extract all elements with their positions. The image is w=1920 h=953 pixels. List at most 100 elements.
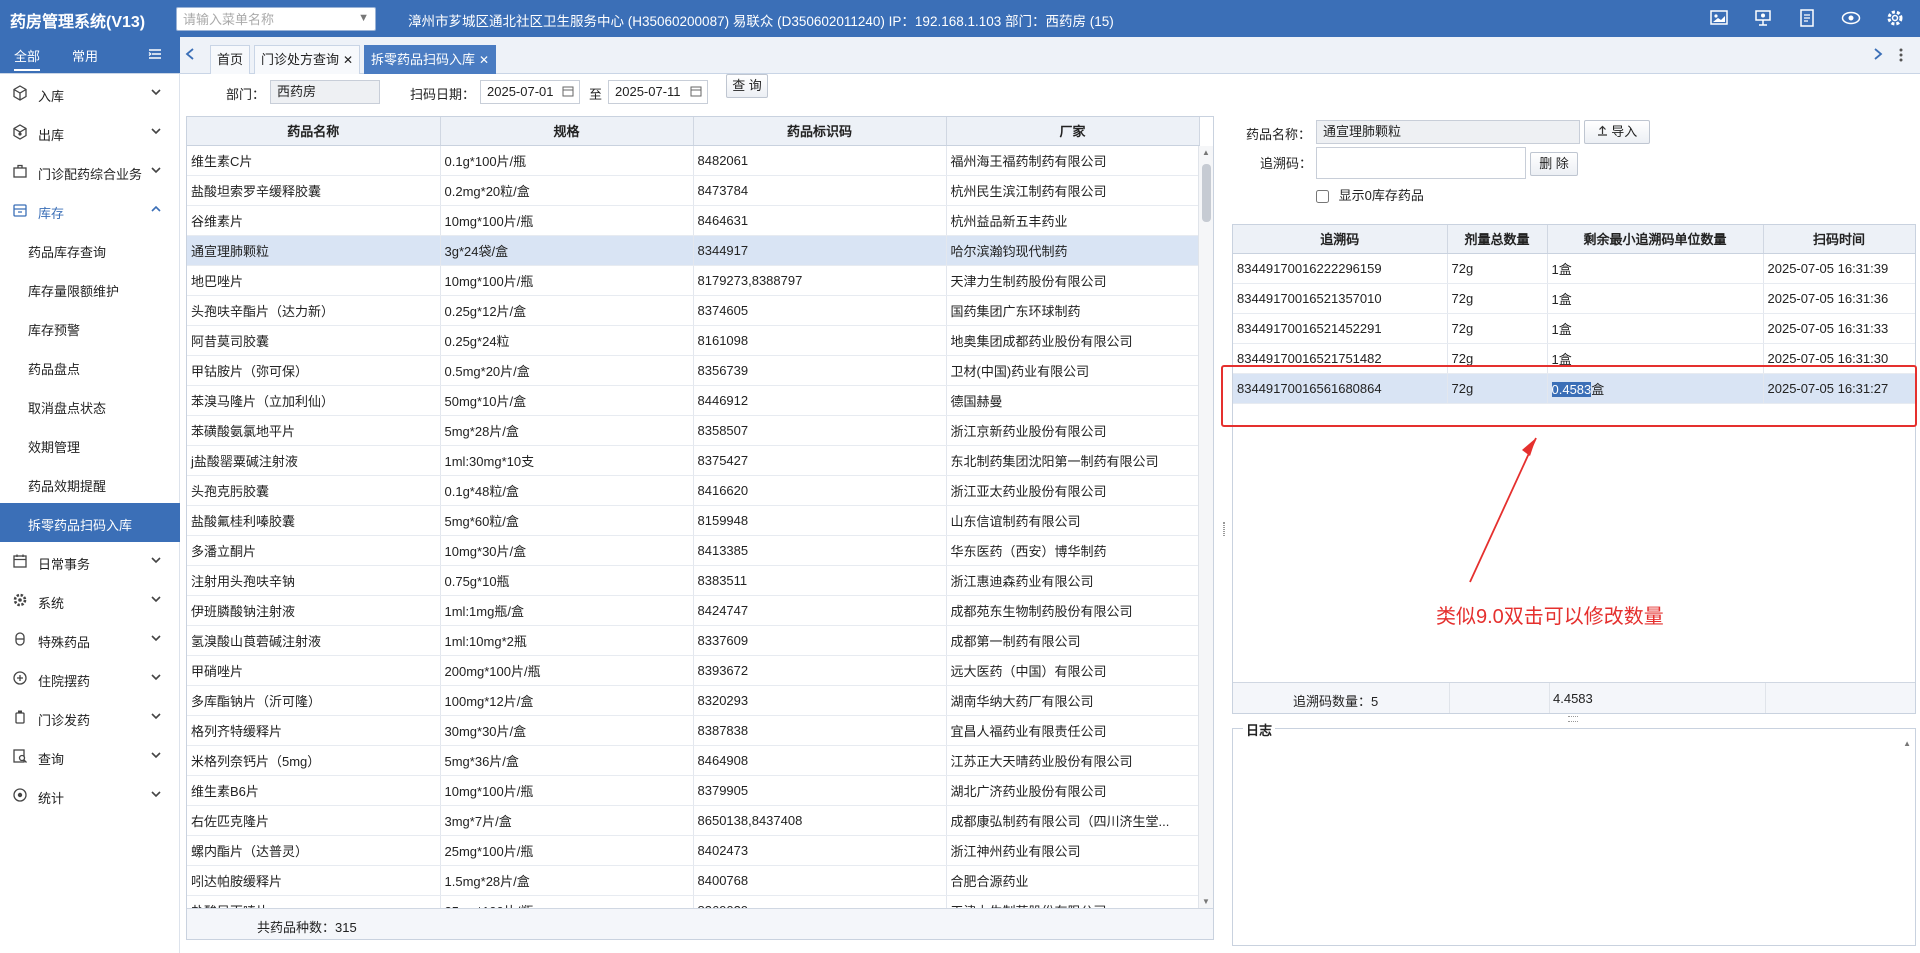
column-header-trace-code[interactable]: 追溯码 bbox=[1233, 225, 1448, 254]
sidebar-item-stock-warning[interactable]: 库存预警 bbox=[0, 308, 180, 347]
column-header-remaining-qty[interactable]: 剩余最小追溯码单位数量 bbox=[1547, 225, 1764, 254]
drug-name-cell: 盐酸氟桂利嗪胶囊 bbox=[187, 505, 441, 536]
chevron-left-icon[interactable] bbox=[184, 47, 196, 64]
table-row[interactable]: 谷维素片 10mg*100片/瓶 8464631 杭州益品新五丰药业 bbox=[187, 205, 1200, 236]
sidebar-item-outpatient-dispensing[interactable]: 门诊配药综合业务 bbox=[0, 152, 180, 191]
drug-name-cell: 螺内酯片（达普灵） bbox=[187, 835, 441, 866]
sidebar-item-cancel-stocktake[interactable]: 取消盘点状态 bbox=[0, 386, 180, 425]
tab-scan-inbound[interactable]: 拆零药品扫码入库 ✕ bbox=[364, 45, 497, 74]
sidebar-item-statistics[interactable]: 统计 bbox=[0, 776, 180, 815]
date-to-field[interactable]: 2025-07-11 bbox=[608, 80, 708, 104]
table-row[interactable]: 苯溴马隆片（立加利仙） 50mg*10片/盒 8446912 德国赫曼 bbox=[187, 385, 1200, 416]
presentation-icon[interactable] bbox=[1752, 8, 1774, 28]
table-row[interactable]: 盐酸氟桂利嗪胶囊 5mg*60粒/盒 8159948 山东信谊制药有限公司 bbox=[187, 505, 1200, 536]
import-label: 导入 bbox=[1611, 124, 1638, 139]
delete-button[interactable]: 删 除 bbox=[1530, 152, 1578, 176]
scroll-down-icon[interactable]: ▼ bbox=[1202, 897, 1210, 906]
table-row[interactable]: 地巴唑片 10mg*100片/瓶 8179273,8388797 天津力生制药股份有限… bbox=[187, 265, 1200, 296]
column-header-spec[interactable]: 规格 bbox=[440, 117, 694, 146]
calendar-icon[interactable] bbox=[562, 85, 574, 97]
manufacturer-cell: 湖南华纳大药厂有限公司 bbox=[946, 685, 1200, 716]
table-row[interactable]: 甲硝唑片 200mg*100片/瓶 8393672 远大医药（中国）有限公司 bbox=[187, 655, 1200, 686]
table-row[interactable]: 盐酸坦索罗辛缓释胶囊 0.2mg*20粒/盒 8473784 杭州民生滨江制药有限公司 bbox=[187, 175, 1200, 206]
table-row[interactable]: 格列齐特缓释片 30mg*30片/盒 8387838 宜昌人福药业有限责任公司 bbox=[187, 715, 1200, 746]
sidebar-item-expiry-reminder[interactable]: 药品效期提醒 bbox=[0, 464, 180, 503]
table-row[interactable]: 螺内酯片（达普灵） 25mg*100片/瓶 8402473 浙江神州药业有限公司 bbox=[187, 835, 1200, 866]
calendar-icon[interactable] bbox=[690, 85, 702, 97]
chevron-down-icon[interactable]: ▼ bbox=[358, 12, 369, 24]
column-header-manufacturer[interactable]: 厂家 bbox=[946, 117, 1200, 146]
sidebar-item-outpatient-dispense[interactable]: 门诊发药 bbox=[0, 698, 180, 737]
sidebar-item-inventory[interactable]: 库存 bbox=[0, 191, 180, 230]
tab-home[interactable]: 首页 bbox=[210, 45, 251, 74]
query-button[interactable]: 查 询 bbox=[726, 74, 768, 98]
scan-time-cell: 2025-07-05 16:31:39 bbox=[1763, 253, 1915, 284]
sidebar-item-scan-inbound[interactable]: 拆零药品扫码入库 bbox=[0, 503, 180, 542]
table-row[interactable]: 米格列奈钙片（5mg） 5mg*36片/盒 8464908 江苏正大天晴药业股份有限公… bbox=[187, 745, 1200, 776]
scan-time-cell: 2025-07-05 16:31:36 bbox=[1763, 283, 1915, 314]
eye-icon[interactable] bbox=[1840, 8, 1862, 28]
sidebar-item-stocktake[interactable]: 药品盘点 bbox=[0, 347, 180, 386]
panel-splitter[interactable] bbox=[1221, 116, 1227, 940]
sidebar-tabs: 全部 常用 bbox=[0, 37, 180, 73]
menu-collapse-icon[interactable] bbox=[148, 47, 162, 64]
more-vertical-icon[interactable] bbox=[1898, 47, 1904, 66]
tab-prescription-query[interactable]: 门诊处方查询 ✕ bbox=[254, 45, 361, 74]
trace-row[interactable]: 83449170016521357010 72g 1盒 2025-07-05 16:3… bbox=[1233, 283, 1915, 314]
scrollbar-thumb[interactable] bbox=[1202, 164, 1211, 222]
scroll-up-icon[interactable]: ▲ bbox=[1202, 148, 1210, 157]
trace-row[interactable]: 83449170016222296159 72g 1盒 2025-07-05 16:3… bbox=[1233, 253, 1915, 284]
close-icon[interactable]: ✕ bbox=[343, 53, 353, 67]
table-row[interactable]: 甲钴胺片（弥可保） 0.5mg*20片/盒 8356739 卫材(中国)药业有限公司 bbox=[187, 355, 1200, 386]
show-zero-stock-checkbox[interactable] bbox=[1316, 190, 1329, 204]
table-row[interactable]: 阿昔莫司胶囊 0.25g*24粒 8161098 地奥集团成都药业股份有限公司 bbox=[187, 325, 1200, 356]
sidebar-item-special-drugs[interactable]: 特殊药品 bbox=[0, 620, 180, 659]
drug-count: 共药品种数：315 bbox=[257, 920, 357, 935]
chevron-right-icon[interactable] bbox=[1872, 47, 1884, 64]
table-row[interactable]: 头孢呋辛酯片（达力新） 0.25g*12片/盒 8374605 国药集团广东环球制药 bbox=[187, 295, 1200, 326]
table-row[interactable]: 右佐匹克隆片 3mg*7片/盒 8650138,8437408 成都康弘制药有限公司（… bbox=[187, 805, 1200, 836]
drug-code-cell: 8650138,8437408 bbox=[693, 805, 947, 836]
scroll-up-icon[interactable]: ▲ bbox=[1903, 739, 1911, 748]
table-row[interactable]: 氢溴酸山莨菪碱注射液 1ml:10mg*2瓶 8337609 成都第一制药有限公司 bbox=[187, 625, 1200, 656]
tab-all[interactable]: 全部 bbox=[14, 46, 41, 71]
vertical-splitter[interactable] bbox=[1568, 716, 1578, 722]
close-icon[interactable]: ✕ bbox=[479, 53, 489, 67]
sidebar-item-outbound[interactable]: 出库 bbox=[0, 113, 180, 152]
sidebar-item-stock-limit[interactable]: 库存量限额维护 bbox=[0, 269, 180, 308]
table-row[interactable]: 维生素B6片 10mg*100片/瓶 8379905 湖北广济药业股份有限公司 bbox=[187, 775, 1200, 806]
table-row[interactable]: 通宣理肺颗粒 3g*24袋/盒 8344917 哈尔滨瀚钧现代制药 bbox=[187, 235, 1200, 266]
table-row[interactable]: 苯磺酸氨氯地平片 5mg*28片/盒 8358507 浙江京新药业股份有限公司 bbox=[187, 415, 1200, 446]
table-row[interactable]: 多潘立酮片 10mg*30片/盒 8413385 华东医药（西安）博华制药 bbox=[187, 535, 1200, 566]
sidebar-item-inpatient-dispensing[interactable]: 住院摆药 bbox=[0, 659, 180, 698]
table-row[interactable]: j盐酸罂粟碱注射液 1ml:30mg*10支 8375427 东北制药集团沈阳第一制药… bbox=[187, 445, 1200, 476]
image-icon[interactable] bbox=[1708, 8, 1730, 28]
table-row[interactable]: 维生素C片 0.1g*100片/瓶 8482061 福州海王福药制药有限公司 bbox=[187, 145, 1200, 176]
trace-row[interactable]: 83449170016521452291 72g 1盒 2025-07-05 16:3… bbox=[1233, 313, 1915, 344]
column-header-scan-time[interactable]: 扫码时间 bbox=[1763, 225, 1915, 254]
show-zero-stock[interactable]: 显示0库存药品 bbox=[1316, 185, 1424, 204]
import-button[interactable]: 导入 bbox=[1584, 120, 1650, 144]
table-row[interactable]: 吲达帕胺缓释片 1.5mg*28片/盒 8400768 合肥合源药业 bbox=[187, 865, 1200, 896]
menu-search[interactable]: ▼ bbox=[176, 7, 376, 31]
tab-common[interactable]: 常用 bbox=[72, 46, 98, 65]
sidebar-item-daily-affairs[interactable]: 日常事务 bbox=[0, 542, 180, 581]
trace-code-input[interactable] bbox=[1316, 147, 1526, 179]
table-row[interactable]: 头孢克肟胶囊 0.1g*48粒/盒 8416620 浙江亚太药业股份有限公司 bbox=[187, 475, 1200, 506]
date-from-field[interactable]: 2025-07-01 bbox=[480, 80, 580, 104]
sidebar-item-expiry-management[interactable]: 效期管理 bbox=[0, 425, 180, 464]
table-row[interactable]: 多库酯钠片（沂可隆） 100mg*12片/盒 8320293 湖南华纳大药厂有限公司 bbox=[187, 685, 1200, 716]
column-header-dose-total[interactable]: 剂量总数量 bbox=[1447, 225, 1548, 254]
sidebar-item-stock-query[interactable]: 药品库存查询 bbox=[0, 230, 180, 269]
settings-icon[interactable] bbox=[1884, 8, 1906, 28]
table-row[interactable]: 伊班膦酸钠注射液 1ml:1mg瓶/盒 8424747 成都苑东生物制药股份有限公司 bbox=[187, 595, 1200, 626]
sidebar-item-query[interactable]: 查询 bbox=[0, 737, 180, 776]
column-header-drug-name[interactable]: 药品名称 bbox=[187, 117, 441, 146]
drug-grid-scrollbar[interactable]: ▲ ▼ bbox=[1198, 146, 1213, 908]
menu-search-input[interactable] bbox=[177, 8, 347, 30]
sidebar-item-system[interactable]: 系统 bbox=[0, 581, 180, 620]
table-row[interactable]: 注射用头孢呋辛钠 0.75g*10瓶 8383511 浙江惠迪森药业有限公司 bbox=[187, 565, 1200, 596]
document-icon[interactable] bbox=[1796, 8, 1818, 28]
sidebar-item-inbound[interactable]: 入库 bbox=[0, 74, 180, 113]
column-header-drug-code[interactable]: 药品标识码 bbox=[693, 117, 947, 146]
